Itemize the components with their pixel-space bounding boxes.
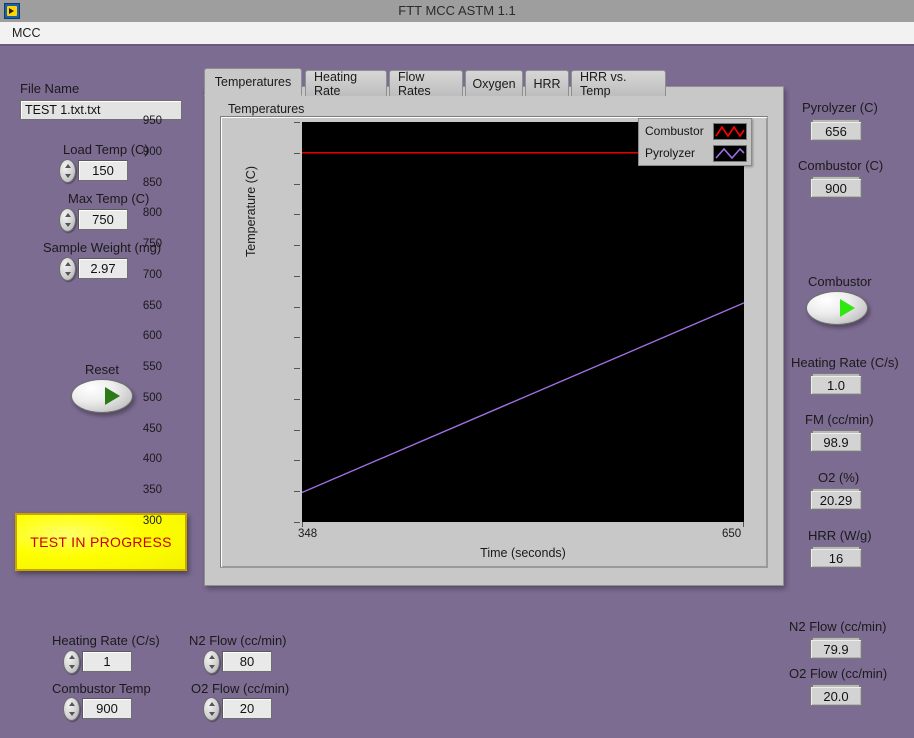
legend-swatch-pyrolyzer [713,145,747,162]
sample-weight-stepper[interactable] [59,257,76,281]
max-temp-label: Max Temp (C) [68,191,149,206]
combustor-switch-label: Combustor [808,274,872,289]
trace-pyrolyzer [302,303,744,493]
y-axis-label: Temperature (C) [244,166,258,257]
legend-row-combustor[interactable]: Combustor [645,120,747,142]
menu-item-mcc[interactable]: MCC [8,22,44,44]
o2-flow-indicator: 20.0 [810,686,862,706]
heating-rate-control-label: Heating Rate (C/s) [52,633,160,648]
n2-flow-control-label: N2 Flow (cc/min) [189,633,287,648]
n2-flow-indicator: 79.9 [810,639,862,659]
y-tick-label: 600 [143,330,162,342]
x-tick-label: 650 [722,528,741,540]
hrr-indicator-label: HRR (W/g) [808,528,872,543]
hrr-indicator: 16 [810,548,862,568]
y-tick-label: 500 [143,392,162,404]
combustor-switch[interactable] [806,291,868,325]
y-tick-mark [294,276,300,277]
load-temp-input[interactable]: 150 [78,160,128,181]
y-tick-label: 900 [143,146,162,158]
x-tick-label: 348 [298,528,317,540]
graph-group-label: Temperatures [228,102,304,116]
o2-flow-input[interactable]: 20 [222,698,272,719]
y-tick-mark [294,491,300,492]
y-tick-label: 550 [143,361,162,373]
window-title: FTT MCC ASTM 1.1 [0,0,914,22]
plot-traces [302,122,744,522]
tab-oxygen[interactable]: Oxygen [465,70,523,96]
combustor-temp-control-label: Combustor Temp [52,681,151,696]
y-tick-mark [294,153,300,154]
tab-hrr[interactable]: HRR [525,70,569,96]
sample-weight-input[interactable]: 2.97 [78,258,128,279]
y-tick-mark [294,460,300,461]
fm-indicator: 98.9 [810,432,862,452]
o2-flow-stepper[interactable] [203,697,220,721]
load-temp-stepper[interactable] [59,159,76,183]
o2-flow-control-label: O2 Flow (cc/min) [191,681,289,696]
o2-flow-indicator-label: O2 Flow (cc/min) [789,666,887,681]
x-tick-mark [302,522,303,527]
y-tick-mark [294,522,300,523]
power-arrow-icon [840,299,855,317]
o2-indicator-label: O2 (%) [818,470,859,485]
window-titlebar: FTT MCC ASTM 1.1 [0,0,914,23]
heating-rate-indicator: 1.0 [810,375,862,395]
play-arrow-icon [105,387,120,405]
legend-label-pyrolyzer: Pyrolyzer [645,146,713,160]
n2-flow-input[interactable]: 80 [222,651,272,672]
n2-flow-stepper[interactable] [203,650,220,674]
y-tick-mark [294,214,300,215]
y-tick-label: 350 [143,484,162,496]
combustor-temp-stepper[interactable] [63,697,80,721]
pyrolyzer-indicator-label: Pyrolyzer (C) [802,100,878,115]
heating-rate-stepper[interactable] [63,650,80,674]
legend-label-combustor: Combustor [645,124,713,138]
y-tick-label: 450 [143,423,162,435]
y-tick-mark [294,184,300,185]
heating-rate-indicator-label: Heating Rate (C/s) [791,355,899,370]
y-tick-mark [294,307,300,308]
y-tick-mark [294,430,300,431]
tab-temperatures[interactable]: Temperatures [204,68,302,96]
max-temp-stepper[interactable] [59,208,76,232]
y-tick-mark [294,337,300,338]
y-tick-mark [294,399,300,400]
y-tick-label: 300 [143,515,162,527]
tab-heating-rate[interactable]: Heating Rate [305,70,387,96]
o2-indicator: 20.29 [810,490,862,510]
y-tick-label: 800 [143,207,162,219]
y-tick-label: 400 [143,453,162,465]
file-name-label: File Name [20,81,79,96]
legend-swatch-combustor [713,123,747,140]
y-tick-label: 700 [143,269,162,281]
n2-flow-indicator-label: N2 Flow (cc/min) [789,619,887,634]
load-temp-label: Load Temp (C) [63,142,149,157]
plot-legend[interactable]: Combustor Pyrolyzer [638,118,752,166]
combustor-indicator-label: Combustor (C) [798,158,883,173]
y-tick-label: 850 [143,177,162,189]
y-tick-mark [294,122,300,123]
x-tick-mark [743,522,744,527]
combustor-indicator: 900 [810,178,862,198]
reset-button[interactable] [71,379,133,413]
legend-row-pyrolyzer[interactable]: Pyrolyzer [645,142,747,164]
y-tick-label: 750 [143,238,162,250]
y-tick-label: 950 [143,115,162,127]
pyrolyzer-indicator: 656 [810,121,862,141]
max-temp-input[interactable]: 750 [78,209,128,230]
menu-bar: MCC [0,22,914,45]
panel-top-divider [0,44,914,46]
y-tick-label: 650 [143,300,162,312]
tab-hrr-vs-temp[interactable]: HRR vs. Temp [571,70,666,96]
y-tick-mark [294,245,300,246]
tab-flow-rates[interactable]: Flow Rates [389,70,463,96]
fm-indicator-label: FM (cc/min) [805,412,874,427]
x-axis-label: Time (seconds) [302,546,744,560]
combustor-temp-input[interactable]: 900 [82,698,132,719]
heating-rate-input[interactable]: 1 [82,651,132,672]
reset-label: Reset [85,362,119,377]
y-tick-mark [294,368,300,369]
plot-area[interactable] [302,122,744,522]
